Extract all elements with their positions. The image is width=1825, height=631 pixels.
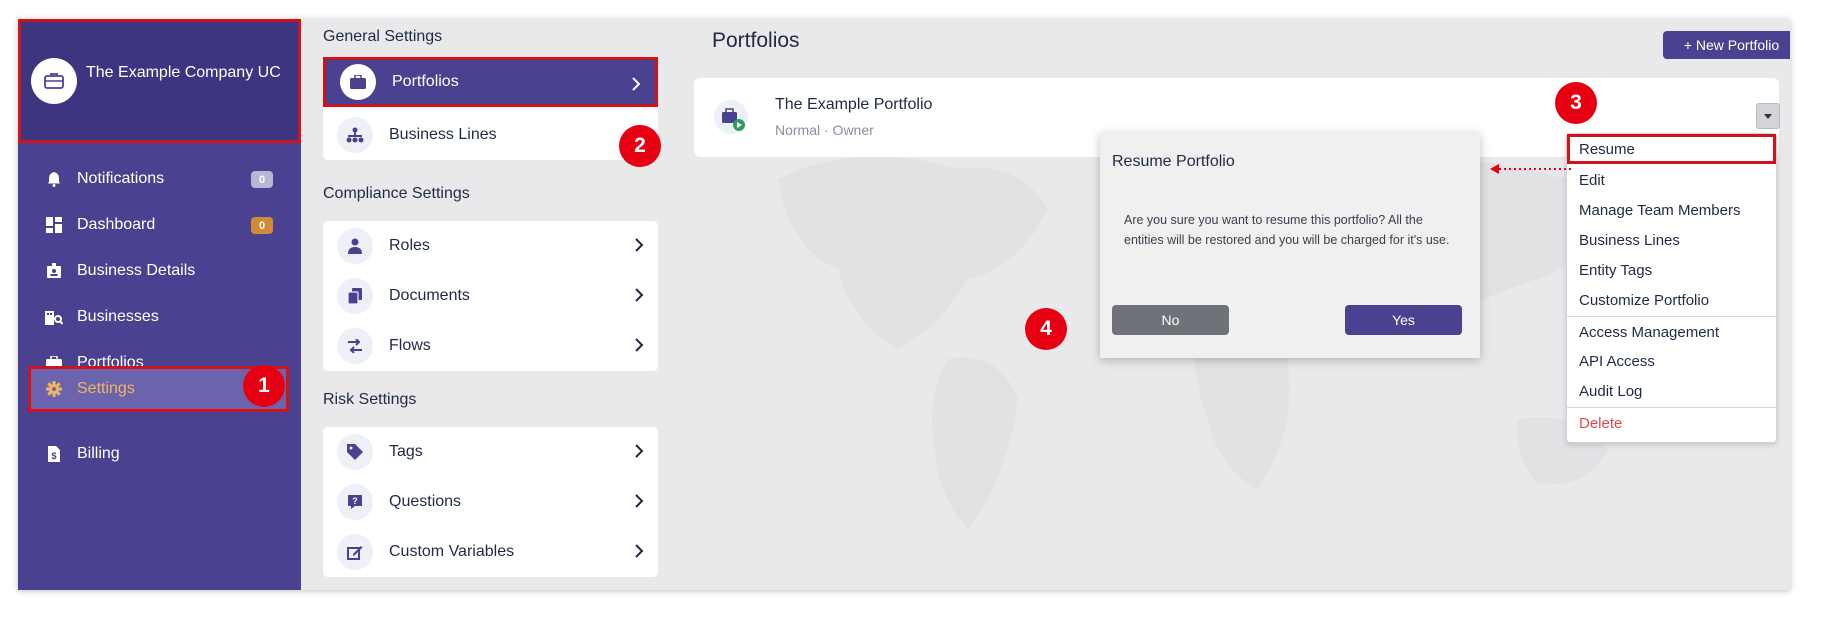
nav-businesses[interactable]: Businesses — [31, 295, 287, 339]
documents-icon — [337, 278, 373, 314]
portfolio-resume-icon — [714, 100, 748, 134]
portfolio-name: The Example Portfolio — [775, 96, 933, 113]
question-bubble-icon: ? — [337, 484, 373, 520]
dialog-title: Resume Portfolio — [1112, 153, 1235, 170]
notifications-count-badge: 0 — [251, 171, 273, 188]
id-card-icon — [45, 262, 63, 280]
app-window: The Example Company UC Notifications 0 D… — [18, 19, 1790, 590]
risk-settings-title: Risk Settings — [323, 391, 417, 408]
menu-item-access-management[interactable]: Access Management — [1567, 317, 1776, 347]
menu-item-business-lines[interactable]: Business Lines — [1567, 225, 1776, 255]
dialog-message: Are you sure you want to resume this por… — [1124, 213, 1450, 247]
portfolio-actions-menu: Resume Edit Manage Team Members Business… — [1566, 133, 1777, 443]
company-name: The Example Company UC — [86, 64, 281, 81]
annotation-arrow — [1490, 164, 1572, 174]
sidebar: The Example Company UC Notifications 0 D… — [18, 19, 301, 590]
user-icon — [337, 228, 373, 264]
settings-item-label: Portfolios — [392, 73, 459, 90]
general-settings-card: Portfolios Business Lines — [323, 57, 658, 160]
menu-item-entity-tags[interactable]: Entity Tags — [1567, 255, 1776, 285]
portfolio-meta: Normal · Owner — [775, 122, 874, 138]
settings-item-documents[interactable]: Documents — [323, 271, 658, 321]
chevron-right-icon — [632, 77, 641, 96]
caret-down-icon — [1764, 113, 1772, 119]
menu-item-edit[interactable]: Edit — [1567, 165, 1776, 195]
briefcase-logo-icon — [31, 58, 77, 104]
briefcase-icon — [340, 64, 376, 100]
risk-settings-card: Tags ? Questions Custom Variables — [323, 427, 658, 577]
step-marker-3: 3 — [1555, 82, 1597, 124]
page-title: Portfolios — [712, 29, 800, 52]
new-portfolio-button[interactable]: + New Portfolio — [1663, 31, 1790, 59]
yes-button[interactable]: Yes — [1345, 305, 1462, 335]
settings-item-label: Documents — [389, 287, 470, 304]
company-switcher[interactable]: The Example Company UC — [18, 19, 301, 143]
no-button[interactable]: No — [1112, 305, 1229, 335]
portfolio-actions-dropdown[interactable] — [1756, 103, 1780, 129]
svg-text:?: ? — [352, 496, 358, 506]
dashboard-count-badge: 0 — [251, 217, 273, 234]
settings-item-label: Tags — [389, 443, 423, 460]
settings-item-roles[interactable]: Roles — [323, 221, 658, 271]
nav-notifications[interactable]: Notifications 0 — [31, 157, 287, 201]
menu-item-api-access[interactable]: API Access — [1567, 346, 1776, 376]
chevron-right-icon — [635, 238, 644, 257]
nav-dashboard[interactable]: Dashboard 0 — [31, 203, 287, 247]
settings-item-custom-variables[interactable]: Custom Variables — [323, 527, 658, 577]
nav-label: Settings — [77, 380, 135, 397]
chevron-right-icon — [635, 444, 644, 463]
settings-item-label: Business Lines — [389, 126, 497, 143]
resume-portfolio-dialog: Resume Portfolio Are you sure you want t… — [1100, 133, 1480, 358]
svg-text:$: $ — [51, 451, 56, 461]
edit-box-icon — [337, 534, 373, 570]
chevron-right-icon — [635, 338, 644, 357]
settings-item-flows[interactable]: Flows — [323, 321, 658, 371]
menu-item-delete[interactable]: Delete — [1567, 408, 1776, 438]
nav-business-details[interactable]: Business Details — [31, 249, 287, 293]
settings-item-business-lines[interactable]: Business Lines — [323, 110, 658, 160]
tag-icon — [337, 434, 373, 470]
building-search-icon — [45, 308, 63, 326]
nav-label: Dashboard — [77, 216, 156, 233]
step-marker-1: 1 — [243, 365, 285, 407]
nav-billing[interactable]: $ Billing — [31, 432, 287, 476]
flow-arrows-icon — [337, 328, 373, 364]
chevron-right-icon — [635, 494, 644, 513]
settings-item-questions[interactable]: ? Questions — [323, 477, 658, 527]
invoice-icon: $ — [45, 445, 63, 463]
settings-item-label: Roles — [389, 237, 430, 254]
nav-label: Businesses — [77, 308, 159, 325]
compliance-settings-title: Compliance Settings — [323, 185, 470, 202]
menu-item-resume[interactable]: Resume — [1567, 134, 1776, 164]
gear-icon — [45, 380, 63, 398]
bell-icon — [45, 170, 63, 188]
menu-item-customize-portfolio[interactable]: Customize Portfolio — [1567, 285, 1776, 315]
settings-item-label: Flows — [389, 337, 431, 354]
nav-label: Business Details — [77, 262, 196, 279]
chevron-right-icon — [635, 288, 644, 307]
network-icon — [337, 117, 373, 153]
nav-label: Billing — [77, 445, 120, 462]
step-marker-2: 2 — [619, 125, 661, 167]
nav-label: Notifications — [77, 170, 165, 187]
settings-item-tags[interactable]: Tags — [323, 427, 658, 477]
step-marker-4: 4 — [1025, 308, 1067, 350]
chevron-right-icon — [635, 544, 644, 563]
menu-item-audit-log[interactable]: Audit Log — [1567, 376, 1776, 406]
menu-item-manage-team-members[interactable]: Manage Team Members — [1567, 195, 1776, 225]
dashboard-icon — [45, 216, 63, 234]
general-settings-title: General Settings — [323, 28, 443, 45]
settings-item-label: Questions — [389, 493, 462, 510]
settings-item-label: Custom Variables — [389, 543, 515, 560]
settings-item-portfolios[interactable]: Portfolios — [323, 57, 658, 107]
compliance-settings-card: Roles Documents Flows — [323, 221, 658, 371]
